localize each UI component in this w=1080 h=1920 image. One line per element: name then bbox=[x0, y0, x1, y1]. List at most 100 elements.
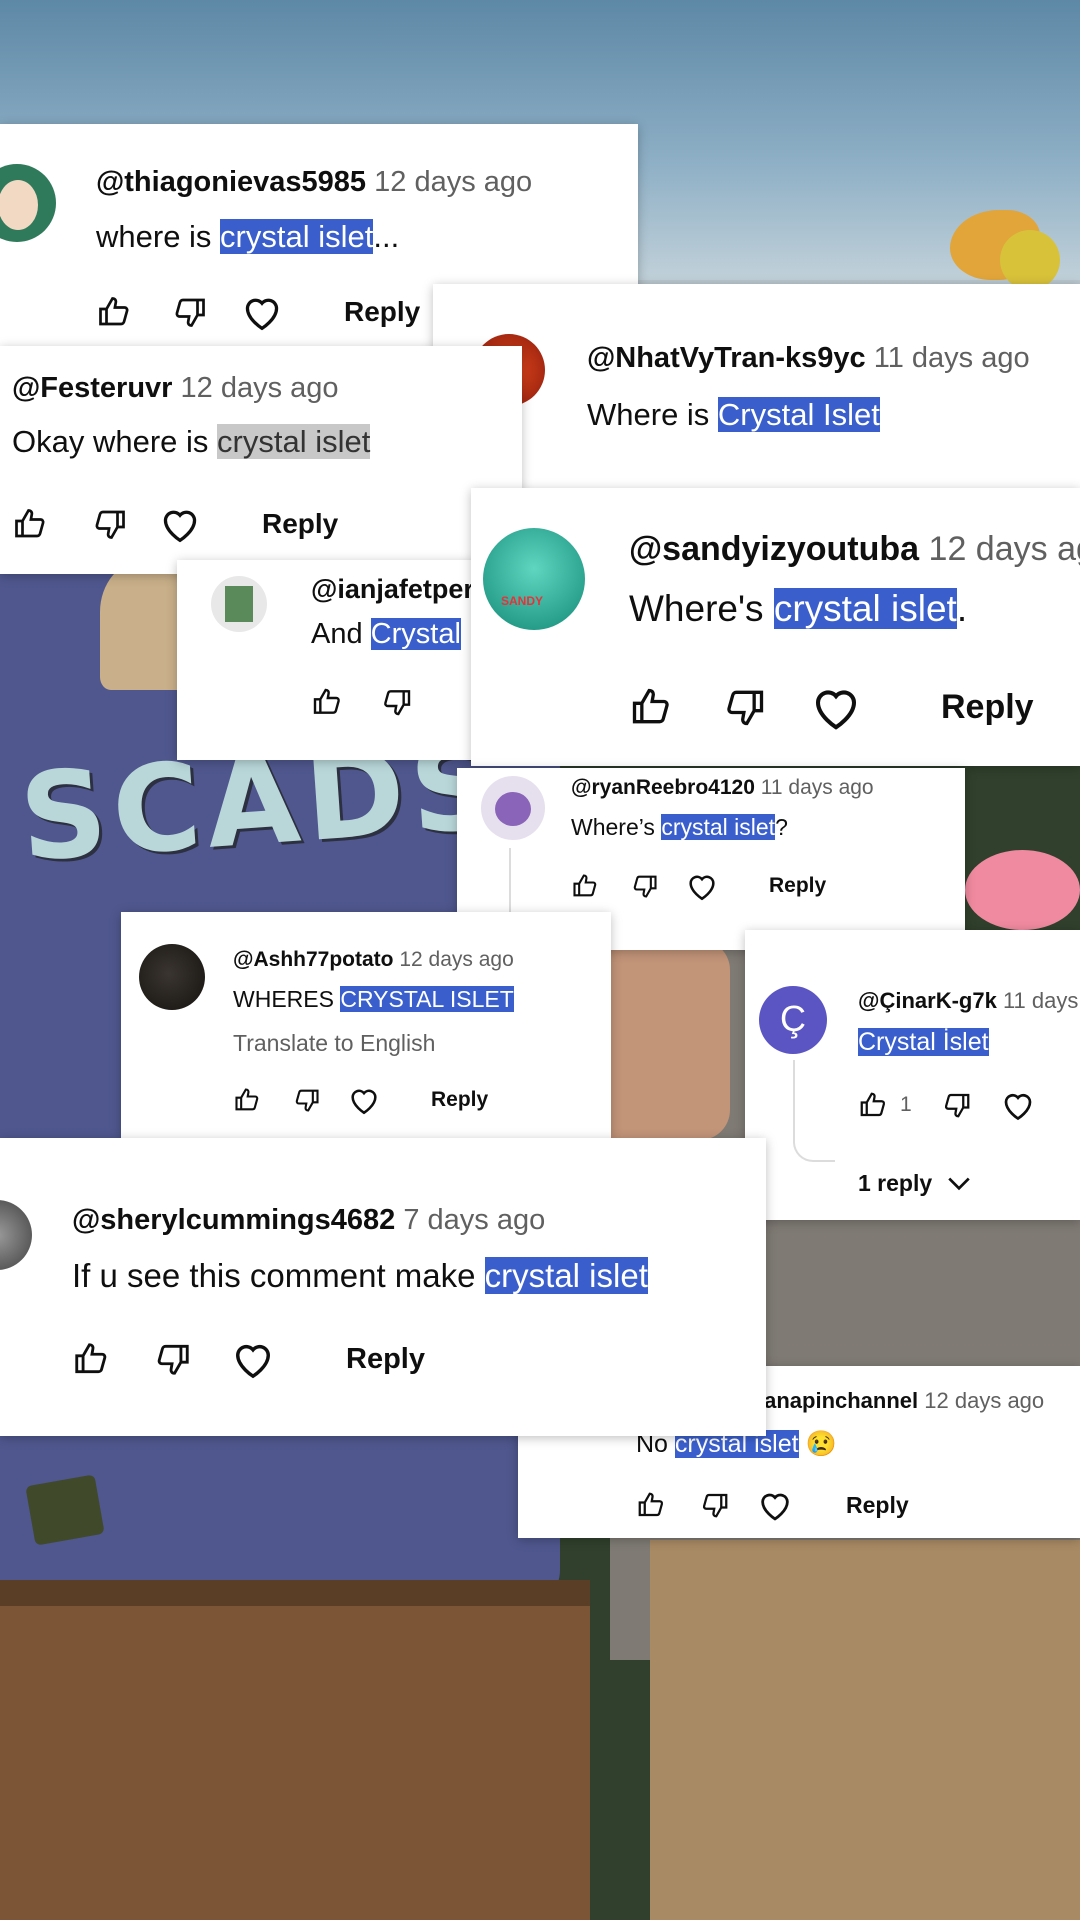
text-before: Okay where is bbox=[12, 424, 218, 459]
comment-header: lanapinchannel 12 days ago bbox=[758, 1388, 1044, 1414]
thumb-down-icon[interactable] bbox=[293, 1086, 321, 1114]
heart-icon[interactable] bbox=[1000, 1088, 1036, 1122]
comment-time: 12 days ago bbox=[374, 166, 533, 198]
leaf-decoration-2 bbox=[1000, 230, 1060, 290]
thumb-down-icon[interactable] bbox=[631, 872, 659, 900]
comment-actions: 1 bbox=[858, 1088, 1036, 1122]
heart-icon[interactable] bbox=[809, 682, 863, 732]
waistband bbox=[0, 1580, 590, 1606]
thumb-up-icon[interactable] bbox=[858, 1090, 888, 1120]
text-before: WHERES bbox=[233, 986, 341, 1012]
avatar[interactable]: SANDY bbox=[483, 528, 585, 630]
comment-handle[interactable]: @Ashh77potato bbox=[233, 948, 393, 971]
reply-button[interactable]: Reply bbox=[769, 874, 826, 898]
view-replies-button[interactable]: 1 reply bbox=[858, 1170, 972, 1197]
thumb-down-icon[interactable] bbox=[942, 1090, 972, 1120]
translate-link[interactable]: Translate to English bbox=[233, 1030, 435, 1057]
heart-icon[interactable] bbox=[347, 1084, 381, 1116]
comment-handle[interactable]: @Festeruvr bbox=[12, 372, 172, 404]
avatar[interactable] bbox=[481, 776, 545, 840]
avatar[interactable]: Ç bbox=[759, 986, 827, 1054]
thumb-down-icon[interactable] bbox=[154, 1340, 192, 1378]
comment-handle[interactable]: lanapinchannel bbox=[758, 1388, 918, 1413]
thumb-down-icon[interactable] bbox=[723, 685, 767, 729]
text-after: ... bbox=[373, 219, 400, 254]
avatar[interactable] bbox=[0, 1200, 32, 1270]
avatar-text: SANDY bbox=[501, 594, 544, 608]
heart-icon[interactable] bbox=[158, 504, 202, 544]
comment-handle[interactable]: @sandyizyoutuba bbox=[629, 530, 919, 568]
comment-card: Ç @ÇinarK-g7k 11 days Crystal İslet 1 1 … bbox=[745, 930, 1080, 1220]
search-highlight: crystal islet bbox=[484, 1257, 648, 1294]
comment-time: 12 days ago bbox=[180, 372, 339, 404]
comment-handle[interactable]: @ryanReebro4120 bbox=[571, 776, 755, 799]
text-before: If u see this comment make bbox=[72, 1257, 485, 1294]
thumb-up-icon[interactable] bbox=[311, 686, 343, 718]
chevron-down-icon bbox=[946, 1175, 972, 1193]
avatar-letter: Ç bbox=[780, 998, 806, 1039]
comment-header: @thiagonievas5985 12 days ago bbox=[96, 166, 532, 199]
comment-handle[interactable]: @NhatVyTran-ks9yc bbox=[587, 342, 866, 374]
comment-card: SANDY @sandyizyoutuba 12 days ag Where's… bbox=[471, 488, 1080, 766]
comment-time: 12 days ag bbox=[928, 530, 1080, 568]
reply-button[interactable]: Reply bbox=[846, 1492, 909, 1519]
thumb-up-icon[interactable] bbox=[233, 1086, 261, 1114]
thumb-up-icon[interactable] bbox=[571, 872, 599, 900]
pocket-logo bbox=[25, 1474, 105, 1546]
comment-handle[interactable]: @ÇinarK-g7k bbox=[858, 988, 997, 1013]
like-count: 1 bbox=[900, 1093, 912, 1116]
heart-icon[interactable] bbox=[685, 870, 719, 902]
comment-handle[interactable]: @thiagonievas5985 bbox=[96, 166, 366, 198]
comment-card: @Festeruvr 12 days ago Okay where is cry… bbox=[0, 346, 522, 574]
comment-actions: Reply bbox=[636, 1488, 909, 1522]
thumb-up-icon[interactable] bbox=[96, 294, 132, 330]
comment-time: 12 days ago bbox=[924, 1388, 1045, 1413]
comment-text: And Crystal bbox=[311, 618, 461, 651]
comment-text: WHERES CRYSTAL ISLET bbox=[233, 986, 514, 1013]
comment-handle[interactable]: @sherylcummings4682 bbox=[72, 1204, 395, 1236]
thumb-down-icon[interactable] bbox=[700, 1490, 730, 1520]
comment-text: Okay where is crystal islet bbox=[12, 424, 371, 460]
pink-plush bbox=[965, 850, 1080, 930]
thumb-up-icon[interactable] bbox=[72, 1340, 110, 1378]
comment-actions: Reply bbox=[72, 1338, 425, 1380]
avatar[interactable] bbox=[139, 944, 205, 1010]
thumb-down-icon[interactable] bbox=[172, 294, 208, 330]
reply-button[interactable]: Reply bbox=[262, 508, 338, 540]
comment-card: @ianjafetper And Crystal bbox=[177, 560, 477, 760]
comment-text: Where is Crystal Islet bbox=[587, 397, 880, 433]
avatar[interactable] bbox=[211, 576, 267, 632]
avatar-face bbox=[0, 180, 38, 230]
thumb-down-icon[interactable] bbox=[381, 686, 413, 718]
comment-header: @ÇinarK-g7k 11 days bbox=[858, 988, 1078, 1014]
comment-actions: Reply bbox=[12, 504, 338, 544]
comment-handle[interactable]: @ianjafetper bbox=[311, 574, 474, 604]
heart-icon[interactable] bbox=[756, 1488, 794, 1522]
heart-icon[interactable] bbox=[230, 1338, 276, 1380]
avatar-figure bbox=[225, 586, 253, 622]
pants-right bbox=[650, 1540, 1080, 1920]
thumb-up-icon[interactable] bbox=[636, 1490, 666, 1520]
comment-card: @Ashh77potato 12 days ago WHERES CRYSTAL… bbox=[121, 912, 611, 1138]
comment-header: @sherylcummings4682 7 days ago bbox=[72, 1204, 545, 1237]
comment-text: where is crystal islet... bbox=[96, 219, 399, 255]
comment-text: Where's crystal islet. bbox=[629, 588, 967, 630]
comment-time: 11 days ago bbox=[760, 776, 874, 799]
search-highlight: crystal islet bbox=[217, 424, 371, 459]
search-highlight: Crystal İslet bbox=[858, 1028, 989, 1056]
reply-button[interactable]: Reply bbox=[344, 296, 420, 328]
comment-text: Where’s crystal islet? bbox=[571, 814, 788, 841]
text-after: . bbox=[956, 588, 968, 629]
avatar[interactable] bbox=[0, 164, 56, 242]
heart-icon[interactable] bbox=[240, 292, 284, 332]
thumb-up-icon[interactable] bbox=[629, 685, 673, 729]
reply-button[interactable]: Reply bbox=[941, 688, 1034, 727]
thumb-down-icon[interactable] bbox=[92, 506, 128, 542]
reply-button[interactable]: Reply bbox=[431, 1088, 488, 1112]
comment-text: Crystal İslet bbox=[858, 1028, 989, 1057]
comment-header: @sandyizyoutuba 12 days ag bbox=[629, 530, 1080, 569]
comment-header: @ryanReebro4120 11 days ago bbox=[571, 776, 874, 800]
thumb-up-icon[interactable] bbox=[12, 506, 48, 542]
reply-button[interactable]: Reply bbox=[346, 1343, 425, 1376]
comment-card: @sherylcummings4682 7 days ago If u see … bbox=[0, 1138, 766, 1436]
